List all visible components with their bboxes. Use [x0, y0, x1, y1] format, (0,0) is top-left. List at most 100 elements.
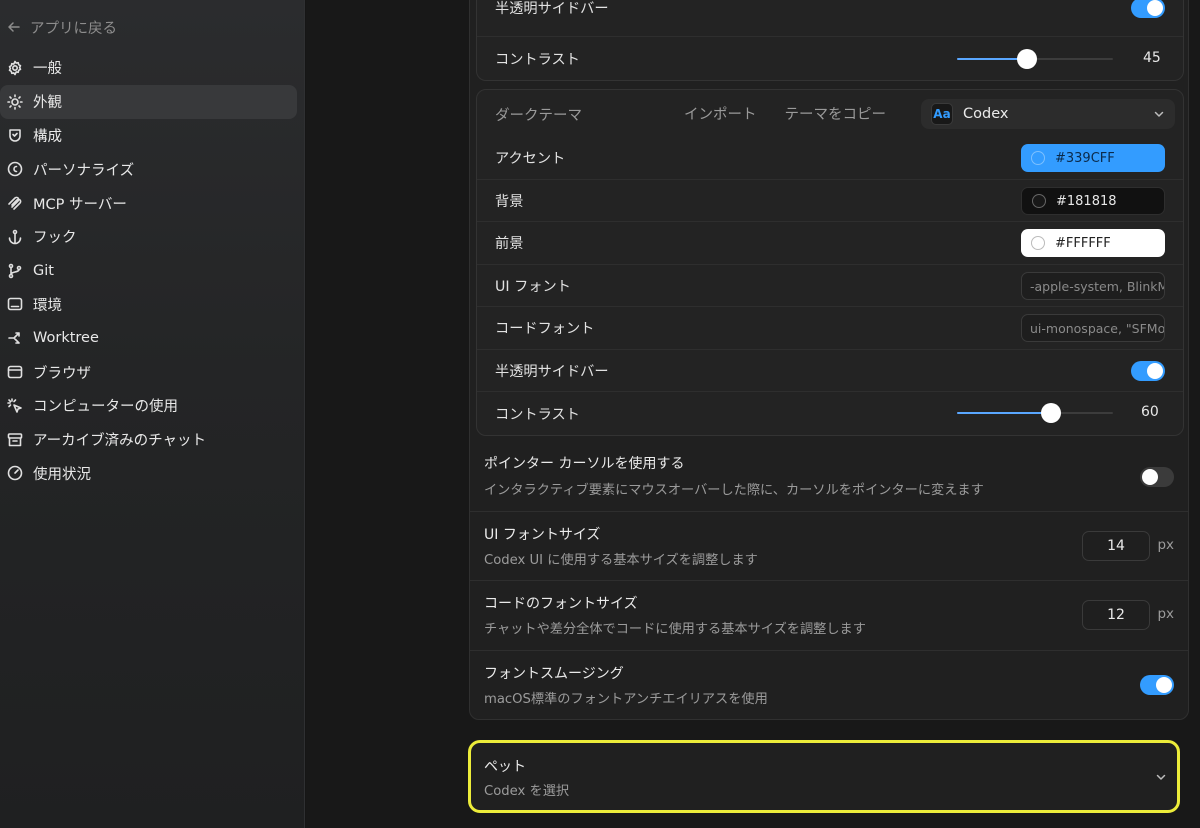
sidebar-item-usage[interactable]: 使用状況 — [0, 457, 297, 491]
theme-select[interactable]: Aa Codex — [921, 99, 1175, 129]
sun-icon — [6, 93, 23, 110]
background-color-field[interactable]: #181818 — [1021, 187, 1165, 215]
sidebar-item-computer-use[interactable]: コンピューターの使用 — [0, 389, 297, 423]
browser-icon — [6, 364, 23, 381]
code-font-size-desc: チャットや差分全体でコードに使用する基本サイズを調整します — [484, 622, 866, 637]
theme-badge-icon: Aa — [931, 103, 953, 125]
dark-contrast-value: 60 — [1141, 404, 1159, 420]
font-smoothing-setting: フォントスムージング macOS標準のフォントアンチエイリアスを使用 — [470, 650, 1188, 720]
code-font-size-title: コードのフォントサイズ — [484, 596, 638, 612]
light-translucent-sidebar-label: 半透明サイドバー — [495, 0, 609, 17]
sidebar-item-label: Git — [33, 262, 54, 279]
sidebar-item-label: 外観 — [33, 95, 62, 112]
appearance-panel: 半透明サイドバー コントラスト 45 ダークテーマ インポート テーマをコピー … — [469, 0, 1189, 720]
sidebar-item-personalize[interactable]: パーソナライズ — [0, 152, 297, 186]
light-contrast-value: 45 — [1143, 50, 1161, 66]
accent-swatch[interactable] — [1031, 151, 1045, 165]
foreground-value: #FFFFFF — [1055, 235, 1111, 251]
sidebar-item-label: アーカイブ済みのチャット — [33, 433, 206, 450]
chevron-down-icon[interactable] — [1155, 771, 1167, 783]
pointer-cursor-toggle[interactable] — [1140, 467, 1174, 487]
toggle-knob — [1156, 677, 1172, 693]
ui-font-size-desc: Codex UI に使用する基本サイズを調整します — [484, 553, 758, 568]
light-contrast-slider[interactable] — [957, 48, 1113, 70]
chevron-down-icon — [1154, 111, 1164, 117]
foreground-color-field[interactable]: #FFFFFF — [1021, 229, 1165, 257]
accent-color-field[interactable]: #339CFF — [1021, 144, 1165, 172]
dark-theme-actions: インポート テーマをコピー — [684, 103, 886, 124]
ui-font-input[interactable]: -apple-system, BlinkMacSystemFont — [1021, 272, 1165, 300]
sidebar-item-appearance[interactable]: 外観 — [0, 84, 297, 119]
sidebar-item-label: パーソナライズ — [33, 162, 135, 179]
code-font-size-setting: コードのフォントサイズ チャットや差分全体でコードに使用する基本サイズを調整しま… — [470, 580, 1188, 650]
toggle-knob — [1147, 362, 1163, 379]
pet-title: ペット — [484, 759, 526, 775]
sidebar-item-label: ブラウザ — [33, 365, 91, 382]
sidebar-item-label: 使用状況 — [33, 466, 91, 483]
theme-name: Codex — [963, 106, 1009, 122]
foreground-swatch[interactable] — [1031, 236, 1045, 250]
sidebar-item-config[interactable]: 構成 — [0, 119, 297, 153]
dark-translucent-sidebar-row: 半透明サイドバー — [477, 350, 1183, 392]
git-branch-icon — [6, 262, 23, 279]
pointer-cursor-setting: ポインター カーソルを使用する インタラクティブ要素にマウスオーバーした際に、カ… — [470, 443, 1188, 511]
accent-value: #339CFF — [1055, 150, 1115, 166]
worktree-icon — [6, 330, 23, 347]
ui-font-size-title: UI フォントサイズ — [484, 527, 601, 543]
pet-desc: Codex を選択 — [484, 784, 570, 799]
sidebar-item-label: 一般 — [33, 61, 62, 78]
background-value: #181818 — [1056, 193, 1117, 209]
toggle-knob — [1142, 469, 1158, 485]
settings-sidebar: アプリに戻る 一般 外観 構成 パーソナライズ MCP サーバー フック Git… — [0, 0, 305, 828]
sidebar-item-hooks[interactable]: フック — [0, 220, 297, 254]
sidebar-item-general[interactable]: 一般 — [0, 51, 297, 85]
slider-fill — [957, 412, 1051, 414]
settings-main: 半透明サイドバー コントラスト 45 ダークテーマ インポート テーマをコピー … — [306, 0, 1200, 828]
sidebar-item-archived-chats[interactable]: アーカイブ済みのチャット — [0, 423, 297, 457]
cursor-click-icon — [6, 397, 23, 414]
sidebar-item-worktree[interactable]: Worktree — [0, 321, 297, 355]
personalize-icon — [6, 161, 23, 178]
archive-icon — [6, 431, 23, 448]
sidebar-item-label: 環境 — [33, 297, 62, 314]
gauge-icon — [6, 465, 23, 482]
terminal-icon — [6, 296, 23, 313]
font-smoothing-desc: macOS標準のフォントアンチエイリアスを使用 — [484, 692, 768, 707]
sidebar-item-environment[interactable]: 環境 — [0, 288, 297, 322]
sidebar-item-label: フック — [33, 230, 77, 247]
sidebar-item-label: MCP サーバー — [33, 196, 127, 213]
mcp-icon — [6, 195, 23, 212]
back-label: アプリに戻る — [30, 20, 117, 37]
dark-theme-box: ダークテーマ インポート テーマをコピー Aa Codex アクセント #339… — [476, 89, 1184, 436]
copy-theme-button[interactable]: テーマをコピー — [785, 103, 887, 124]
sidebar-item-label: コンピューターの使用 — [33, 399, 178, 416]
ui-font-size-setting: UI フォントサイズ Codex UI に使用する基本サイズを調整します 14 … — [470, 511, 1188, 580]
sidebar-item-browser[interactable]: ブラウザ — [0, 355, 297, 389]
dark-contrast-slider[interactable] — [957, 402, 1113, 424]
sidebar-item-label: Worktree — [33, 330, 99, 347]
sidebar-item-git[interactable]: Git — [0, 254, 297, 288]
import-button[interactable]: インポート — [684, 103, 757, 124]
light-translucent-sidebar-row: 半透明サイドバー — [477, 0, 1183, 37]
font-smoothing-title: フォントスムージング — [484, 666, 624, 682]
background-swatch[interactable] — [1032, 194, 1046, 208]
code-font-size-input[interactable]: 12 — [1082, 600, 1150, 630]
toggle-knob — [1147, 0, 1163, 16]
arrow-left-icon — [8, 22, 20, 32]
gear-icon — [6, 59, 23, 76]
dark-translucent-sidebar-label: 半透明サイドバー — [495, 363, 609, 380]
slider-thumb[interactable] — [1017, 49, 1037, 69]
code-font-input[interactable]: ui-monospace, "SFMono-Regular" — [1021, 314, 1165, 342]
light-translucent-sidebar-toggle[interactable] — [1131, 0, 1165, 18]
config-shield-icon — [6, 127, 23, 144]
ui-font-size-input[interactable]: 14 — [1082, 531, 1150, 561]
sidebar-item-label: 構成 — [33, 128, 62, 145]
dark-translucent-sidebar-toggle[interactable] — [1131, 360, 1165, 381]
dark-theme-title: ダークテーマ — [495, 108, 582, 124]
pet-setting[interactable]: ペット Codex を選択 — [468, 740, 1180, 813]
back-to-app-link[interactable]: アプリに戻る — [6, 16, 117, 38]
slider-thumb[interactable] — [1041, 403, 1061, 423]
font-smoothing-toggle[interactable] — [1140, 675, 1174, 695]
pointer-cursor-desc: インタラクティブ要素にマウスオーバーした際に、カーソルをポインターに変えます — [484, 483, 984, 498]
sidebar-item-mcp[interactable]: MCP サーバー — [0, 186, 297, 220]
